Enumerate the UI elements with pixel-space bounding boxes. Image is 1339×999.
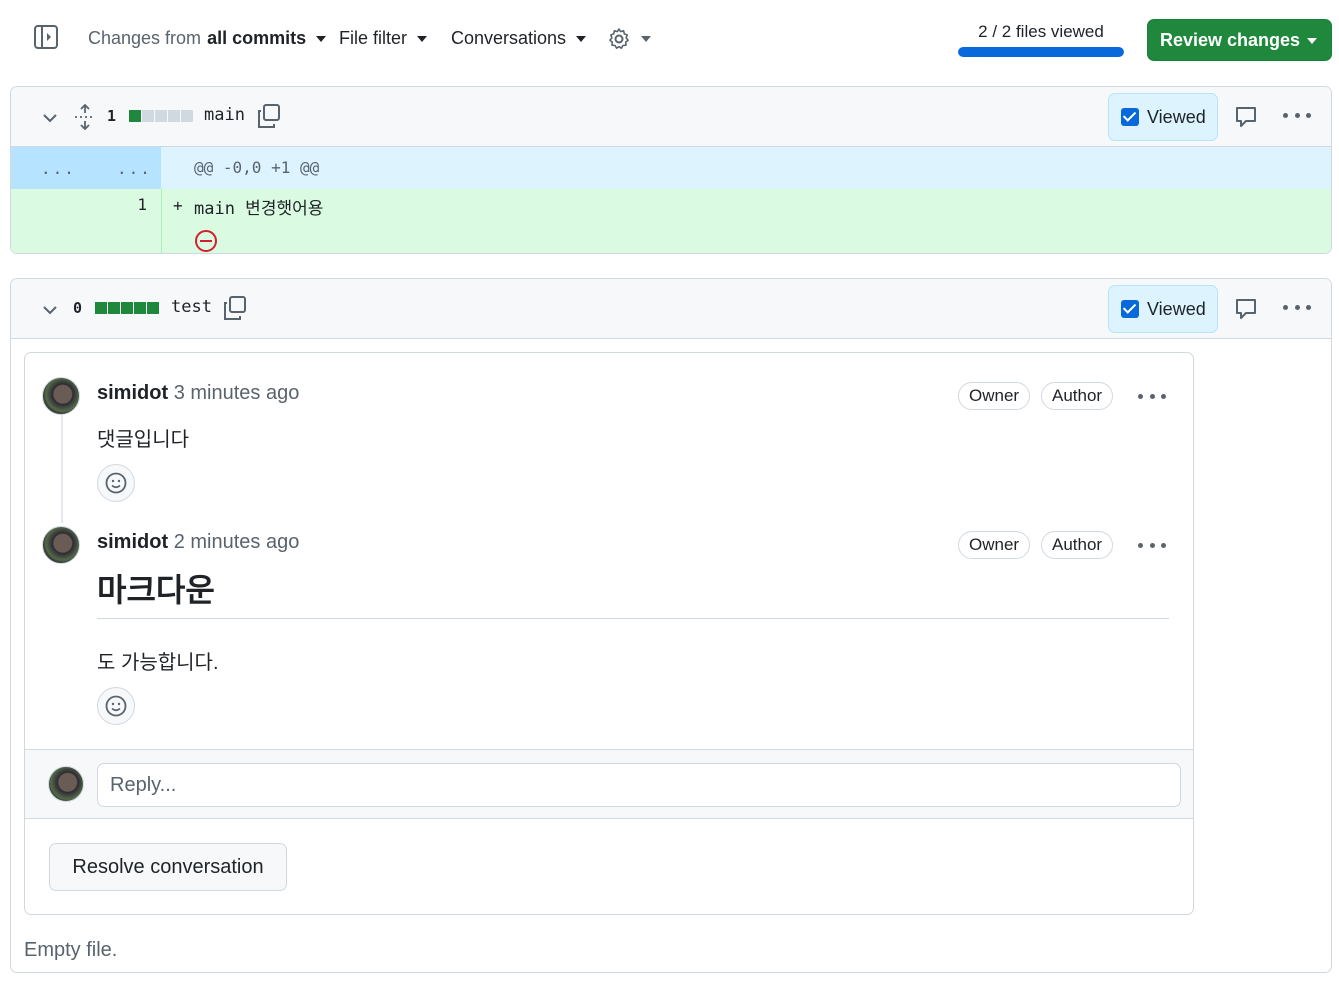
diffstat-added-square bbox=[134, 302, 146, 314]
line-number[interactable]: 1 bbox=[121, 195, 147, 214]
file-name[interactable]: test bbox=[171, 297, 212, 317]
diffstat-neutral-square bbox=[155, 110, 167, 122]
viewed-checkbox[interactable]: Viewed bbox=[1108, 93, 1218, 141]
chevron-down-icon[interactable] bbox=[41, 109, 59, 127]
resolve-conversation-button[interactable]: Resolve conversation bbox=[49, 843, 287, 891]
caret-down-icon bbox=[576, 35, 587, 42]
settings-dropdown[interactable] bbox=[607, 27, 651, 51]
viewed-label: Viewed bbox=[1147, 106, 1206, 127]
comment-header: simidot 3 minutes ago bbox=[97, 382, 299, 405]
heading-divider bbox=[97, 618, 1169, 619]
viewed-label: Viewed bbox=[1147, 298, 1206, 319]
review-thread: simidot 3 minutes ago Owner Author 댓글입니다… bbox=[24, 352, 1194, 915]
diffstat-added-square bbox=[121, 302, 133, 314]
diffstat-added-square bbox=[129, 110, 141, 122]
checkbox-checked-icon bbox=[1121, 108, 1139, 126]
comment-icon[interactable] bbox=[1234, 105, 1258, 129]
avatar[interactable] bbox=[42, 526, 80, 564]
pr-files-toolbar: Changes from all commits File filter Con… bbox=[0, 0, 1339, 80]
comment-time[interactable]: 3 minutes ago bbox=[174, 382, 300, 404]
checkbox-checked-icon bbox=[1121, 300, 1139, 318]
files-viewed-count: 2 / 2 files viewed bbox=[978, 22, 1104, 41]
copy-icon[interactable] bbox=[256, 103, 282, 129]
comment-header: simidot 2 minutes ago bbox=[97, 531, 299, 554]
conversations-label: Conversations bbox=[451, 28, 567, 48]
file-header: 1 main Viewed bbox=[11, 87, 1331, 147]
chevron-down-icon[interactable] bbox=[41, 301, 59, 319]
file-diff-test: 0 test Viewed simidot 3 minutes ago Owne… bbox=[10, 278, 1332, 973]
diff-count: 1 bbox=[107, 107, 117, 125]
files-viewed-progress-fill bbox=[958, 47, 1124, 57]
comment-author[interactable]: simidot bbox=[97, 531, 168, 553]
hunk-new-marker[interactable]: ... bbox=[117, 159, 152, 178]
comment-more-icon[interactable] bbox=[1138, 543, 1166, 551]
empty-file-note: Empty file. bbox=[24, 939, 118, 961]
review-changes-button[interactable]: Review changes bbox=[1147, 19, 1332, 61]
file-header: 0 test Viewed bbox=[11, 279, 1331, 339]
changes-from-value: all commits bbox=[207, 28, 307, 48]
review-changes-label: Review changes bbox=[1160, 29, 1301, 50]
diffstat-added-square bbox=[108, 302, 120, 314]
author-badge: Author bbox=[1041, 382, 1114, 410]
caret-down-icon bbox=[316, 35, 327, 42]
avatar bbox=[48, 766, 84, 802]
diffstat-added-square bbox=[95, 302, 107, 314]
comment-more-icon[interactable] bbox=[1138, 394, 1166, 402]
conversations-dropdown[interactable]: Conversations bbox=[451, 28, 587, 49]
more-options-icon[interactable] bbox=[1283, 305, 1311, 313]
comment-body: 도 가능합니다. bbox=[97, 652, 219, 674]
hunk-header-row: ... ... @@ -0,0 +1 @@ bbox=[11, 147, 1331, 189]
more-options-icon[interactable] bbox=[1283, 113, 1311, 121]
code-line: main 변경햇어용 bbox=[194, 199, 324, 219]
comment-icon[interactable] bbox=[1234, 297, 1258, 321]
diffstat bbox=[129, 110, 193, 122]
hunk-header: @@ -0,0 +1 @@ bbox=[194, 158, 320, 177]
file-filter-label: File filter bbox=[339, 28, 408, 48]
caret-down-icon bbox=[1307, 38, 1317, 44]
caret-down-icon bbox=[417, 35, 428, 42]
diffstat-neutral-square bbox=[168, 110, 180, 122]
comment-author[interactable]: simidot bbox=[97, 382, 168, 404]
avatar[interactable] bbox=[42, 377, 80, 415]
comment-time[interactable]: 2 minutes ago bbox=[174, 531, 300, 553]
copy-icon[interactable] bbox=[222, 295, 248, 321]
diff-count: 0 bbox=[73, 299, 83, 317]
sidebar-toggle-icon[interactable] bbox=[33, 24, 59, 50]
add-reaction-button[interactable] bbox=[97, 687, 135, 725]
expand-all-icon[interactable] bbox=[73, 104, 97, 130]
files-viewed-progress bbox=[958, 47, 1124, 57]
added-line-row: 1 + main 변경햇어용 bbox=[11, 189, 1331, 253]
thread-timeline bbox=[61, 413, 63, 523]
owner-badge: Owner bbox=[958, 382, 1031, 410]
author-badge: Author bbox=[1041, 531, 1114, 559]
smiley-icon bbox=[105, 472, 127, 494]
viewed-checkbox[interactable]: Viewed bbox=[1108, 285, 1218, 333]
add-reaction-button[interactable] bbox=[97, 464, 135, 502]
comment-body: 댓글입니다 bbox=[97, 429, 189, 451]
file-name[interactable]: main bbox=[204, 105, 245, 125]
changes-from-prefix: Changes from bbox=[88, 28, 202, 48]
caret-down-icon bbox=[641, 36, 651, 42]
gear-icon bbox=[609, 28, 629, 49]
file-filter-dropdown[interactable]: File filter bbox=[339, 28, 428, 49]
hunk-old-marker[interactable]: ... bbox=[41, 159, 76, 178]
file-diff-main: 1 main Viewed ... ... @@ -0,0 +1 @@ 1 + … bbox=[10, 86, 1332, 254]
diff-sign: + bbox=[173, 196, 183, 215]
reply-input[interactable] bbox=[97, 763, 1181, 807]
diffstat-neutral-square bbox=[181, 110, 193, 122]
remove-circle-icon[interactable] bbox=[194, 229, 218, 253]
diffstat-added-square bbox=[147, 302, 159, 314]
comment-heading: 마크다운 bbox=[97, 572, 215, 608]
diffstat-neutral-square bbox=[142, 110, 154, 122]
owner-badge: Owner bbox=[958, 531, 1031, 559]
diffstat bbox=[95, 302, 159, 314]
changes-from-dropdown[interactable]: Changes from all commits bbox=[88, 28, 327, 49]
smiley-icon bbox=[105, 695, 127, 717]
reply-area bbox=[25, 749, 1193, 819]
